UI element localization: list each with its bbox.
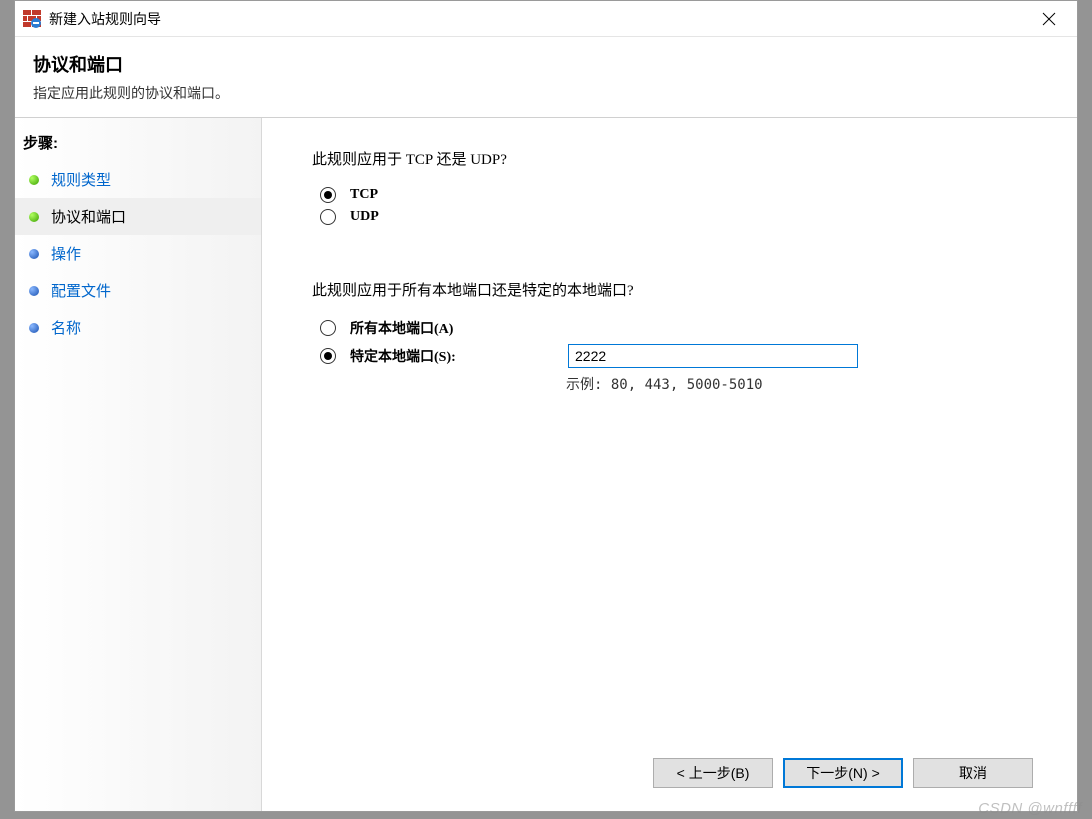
radio-label: 特定本地端口(S): (350, 346, 510, 366)
step-label: 规则类型 (51, 169, 111, 190)
protocol-question: 此规则应用于 TCP 还是 UDP? (312, 148, 1047, 169)
main-content: 此规则应用于 TCP 还是 UDP? TCP UDP 此规则应用于所有本地端口还… (312, 148, 1047, 745)
wizard-header: 协议和端口 指定应用此规则的协议和端口。 (15, 37, 1077, 117)
steps-sidebar: 步骤: 规则类型 协议和端口 操作 配置文件 名称 (15, 118, 262, 811)
window-title: 新建入站规则向导 (49, 9, 1029, 29)
bullet-icon (29, 175, 39, 185)
radio-label: 所有本地端口(A) (350, 318, 453, 338)
radio-all-ports[interactable]: 所有本地端口(A) (320, 318, 1047, 338)
step-profile[interactable]: 配置文件 (15, 272, 261, 309)
radio-icon (320, 187, 336, 203)
radio-tcp[interactable]: TCP (320, 187, 1047, 203)
radio-icon (320, 320, 336, 336)
bullet-icon (29, 323, 39, 333)
page-title: 协议和端口 (33, 51, 1059, 77)
wizard-window: 新建入站规则向导 协议和端口 指定应用此规则的协议和端口。 步骤: 规则类型 协… (14, 0, 1078, 812)
radio-udp[interactable]: UDP (320, 209, 1047, 225)
step-protocol-ports[interactable]: 协议和端口 (15, 198, 261, 235)
close-icon (1042, 12, 1056, 26)
ports-question: 此规则应用于所有本地端口还是特定的本地端口? (312, 279, 1047, 300)
firewall-icon (23, 10, 41, 28)
bullet-icon (29, 249, 39, 259)
step-label: 配置文件 (51, 280, 111, 301)
bullet-icon (29, 286, 39, 296)
radio-label: TCP (350, 187, 378, 203)
page-subtitle: 指定应用此规则的协议和端口。 (33, 83, 1059, 103)
radio-icon (320, 209, 336, 225)
ports-example: 示例: 80, 443, 5000-5010 (566, 374, 1047, 394)
close-button[interactable] (1029, 5, 1069, 33)
step-name[interactable]: 名称 (15, 309, 261, 346)
titlebar: 新建入站规则向导 (15, 1, 1077, 37)
radio-specific-ports[interactable]: 特定本地端口(S): (320, 344, 1047, 368)
wizard-main: 此规则应用于 TCP 还是 UDP? TCP UDP 此规则应用于所有本地端口还… (262, 118, 1077, 811)
cancel-button[interactable]: 取消 (913, 758, 1033, 788)
bullet-icon (29, 212, 39, 222)
wizard-footer: < 上一步(B) 下一步(N) > 取消 (312, 745, 1047, 801)
next-button[interactable]: 下一步(N) > (783, 758, 903, 788)
radio-icon (320, 348, 336, 364)
step-label: 名称 (51, 317, 81, 338)
step-rule-type[interactable]: 规则类型 (15, 161, 261, 198)
back-button[interactable]: < 上一步(B) (653, 758, 773, 788)
specific-ports-input[interactable] (568, 344, 858, 368)
radio-label: UDP (350, 209, 379, 225)
step-action[interactable]: 操作 (15, 235, 261, 272)
steps-heading: 步骤: (15, 128, 261, 161)
step-label: 协议和端口 (51, 206, 126, 227)
wizard-body: 步骤: 规则类型 协议和端口 操作 配置文件 名称 (15, 117, 1077, 811)
step-label: 操作 (51, 243, 81, 264)
